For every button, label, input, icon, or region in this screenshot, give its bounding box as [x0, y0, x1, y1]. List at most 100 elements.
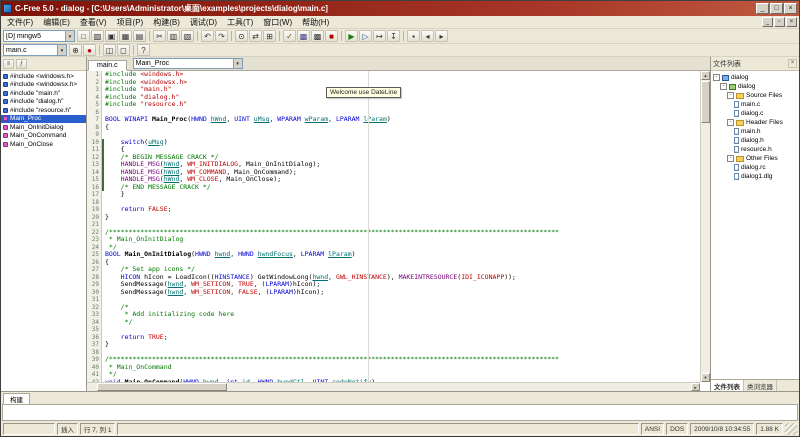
expander-icon[interactable]: - [727, 119, 734, 126]
debug-icon[interactable]: ▷ [359, 30, 372, 42]
tree-item-resource-h[interactable]: resource.h [711, 145, 799, 154]
replace-icon[interactable]: ⇄ [249, 30, 262, 42]
menu-item[interactable]: 窗口(W) [258, 17, 297, 28]
step-over-icon[interactable]: ↦ [373, 30, 386, 42]
add-watch-icon[interactable]: ⊕ [69, 44, 82, 56]
tree-item-other-files[interactable]: -Other Files [711, 154, 799, 163]
bookmark-icon[interactable]: ▪ [407, 30, 420, 42]
menu-item[interactable]: 调试(D) [185, 17, 222, 28]
tree-item-dialog[interactable]: -dialog [711, 73, 799, 82]
line-number: 39 [87, 356, 99, 364]
file-switch-combo[interactable]: main.c ▼ [3, 44, 67, 56]
tree-item-header-files[interactable]: -Header Files [711, 118, 799, 127]
build-icon[interactable]: ▩ [297, 30, 310, 42]
vertical-scrollbar[interactable]: ▲ ▼ [700, 71, 710, 382]
find-icon[interactable]: ⊙ [235, 30, 248, 42]
tree-item-dialog-h[interactable]: dialog.h [711, 136, 799, 145]
scroll-left-icon[interactable]: ◄ [87, 391, 96, 392]
tree-item-dialog[interactable]: -dialog [711, 82, 799, 91]
help-icon[interactable]: ? [137, 44, 150, 56]
mdi-restore-button[interactable]: ▫ [774, 17, 785, 27]
expander-icon[interactable]: - [713, 74, 720, 81]
horizontal-scrollbar[interactable]: ◄ ► [87, 382, 700, 391]
code-token: uMsg [148, 138, 164, 146]
tree-item-dialog1-dlg[interactable]: dialog1.dlg [711, 172, 799, 181]
redo-icon[interactable]: ↷ [215, 30, 228, 42]
tree-item-main-c[interactable]: main.c [711, 100, 799, 109]
menu-item[interactable]: 帮助(H) [297, 17, 334, 28]
compile-icon[interactable]: ✓ [283, 30, 296, 42]
symbol-item[interactable]: Main_Proc [1, 115, 86, 124]
window-split-icon[interactable]: ◫ [103, 44, 116, 56]
undo-icon[interactable]: ↶ [201, 30, 214, 42]
stop-build-icon[interactable]: ■ [325, 30, 338, 42]
tree-item-source-files[interactable]: -Source Files [711, 91, 799, 100]
chevron-down-icon[interactable]: ▼ [57, 45, 66, 55]
horizontal-scrollbar-thumb[interactable] [97, 383, 227, 391]
mdi-close-button[interactable]: × [786, 17, 797, 27]
step-into-icon[interactable]: ↧ [387, 30, 400, 42]
menu-item[interactable]: 文件(F) [2, 17, 38, 28]
run-icon[interactable]: ▶ [345, 30, 358, 42]
copy-icon[interactable]: ▥ [167, 30, 180, 42]
symbol-item[interactable]: Main_OnInitDialog [1, 123, 86, 132]
symbol-panel-header: ≡ƒ [1, 57, 86, 71]
tree-item-dialog-rc[interactable]: dialog.rc [711, 163, 799, 172]
resize-grip[interactable] [785, 423, 797, 435]
rebuild-icon[interactable]: ▩ [311, 30, 324, 42]
symbol-item[interactable]: #include <windowsx.h> [1, 81, 86, 90]
panel-close-icon[interactable]: × [788, 59, 797, 68]
menu-item[interactable]: 编辑(E) [38, 17, 75, 28]
symbol-item[interactable]: #include "dialog.h" [1, 98, 86, 107]
symbol-item[interactable]: #include <windows.h> [1, 72, 86, 81]
statusbar: 插入行 7, 列 1ANSIDOS2009/10/8 10:34:551.88 … [1, 422, 799, 436]
symbol-item[interactable]: Main_OnClose [1, 140, 86, 149]
menu-item[interactable]: 项目(P) [112, 17, 149, 28]
chevron-down-icon[interactable]: ▼ [65, 31, 74, 41]
function-combo[interactable]: Main_Proc ▼ [133, 58, 243, 69]
print-icon[interactable]: ▤ [133, 30, 146, 42]
menu-item[interactable]: 查看(V) [75, 17, 112, 28]
scroll-up-icon[interactable]: ▲ [701, 71, 710, 80]
panel-tab[interactable]: 类浏览器 [744, 380, 777, 391]
cut-icon[interactable]: ✂ [153, 30, 166, 42]
find-in-files-icon[interactable]: ⊞ [263, 30, 276, 42]
fullscreen-icon[interactable]: ◻ [117, 44, 130, 56]
code-token: LPARAM [269, 288, 292, 296]
filter-functions-button[interactable]: ƒ [16, 59, 27, 69]
output-tab[interactable]: 构建 [3, 393, 30, 404]
tree-item-main-h[interactable]: main.h [711, 127, 799, 136]
tab-main-c[interactable]: main.c [88, 60, 127, 71]
close-button[interactable]: × [784, 3, 797, 14]
sort-symbols-button[interactable]: ≡ [3, 59, 14, 69]
code-token: Main_OnInitDialog [125, 250, 192, 258]
symbol-item[interactable]: Main_OnCommand [1, 132, 86, 141]
open-file-icon[interactable]: ▨ [91, 30, 104, 42]
next-bookmark-icon[interactable]: ▸ [435, 30, 448, 42]
mdi-minimize-button[interactable]: _ [762, 17, 773, 27]
maximize-button[interactable]: □ [770, 3, 783, 14]
code-area[interactable]: 1234567891011121314151617181920212223242… [87, 71, 710, 391]
symbol-item[interactable]: #include "resource.h" [1, 106, 86, 115]
tree-item-dialog-c[interactable]: dialog.c [711, 109, 799, 118]
symbol-item[interactable]: #include "main.h" [1, 89, 86, 98]
expander-icon[interactable]: - [727, 92, 734, 99]
scroll-right-icon[interactable]: ► [691, 383, 700, 391]
build-config-combo[interactable]: [D] mingw5 ▼ [3, 30, 75, 42]
menu-item[interactable]: 构建(B) [148, 17, 185, 28]
save-all-icon[interactable]: ▦ [119, 30, 132, 42]
expander-icon[interactable]: - [727, 155, 734, 162]
vertical-scrollbar-thumb[interactable] [701, 81, 710, 123]
scroll-down-icon[interactable]: ▼ [701, 373, 710, 382]
prev-bookmark-icon[interactable]: ◂ [421, 30, 434, 42]
chevron-down-icon[interactable]: ▼ [233, 59, 242, 68]
save-icon[interactable]: ▣ [105, 30, 118, 42]
menu-item[interactable]: 工具(T) [222, 17, 258, 28]
expander-icon[interactable]: - [720, 83, 727, 90]
code-text[interactable]: #include <windows.h>#include <windowsx.h… [102, 71, 710, 391]
breakpoint-icon[interactable]: ● [83, 44, 96, 56]
panel-tab[interactable]: 文件列表 [711, 380, 744, 391]
minimize-button[interactable]: _ [756, 3, 769, 14]
paste-icon[interactable]: ▧ [181, 30, 194, 42]
new-file-icon[interactable]: □ [77, 30, 90, 42]
